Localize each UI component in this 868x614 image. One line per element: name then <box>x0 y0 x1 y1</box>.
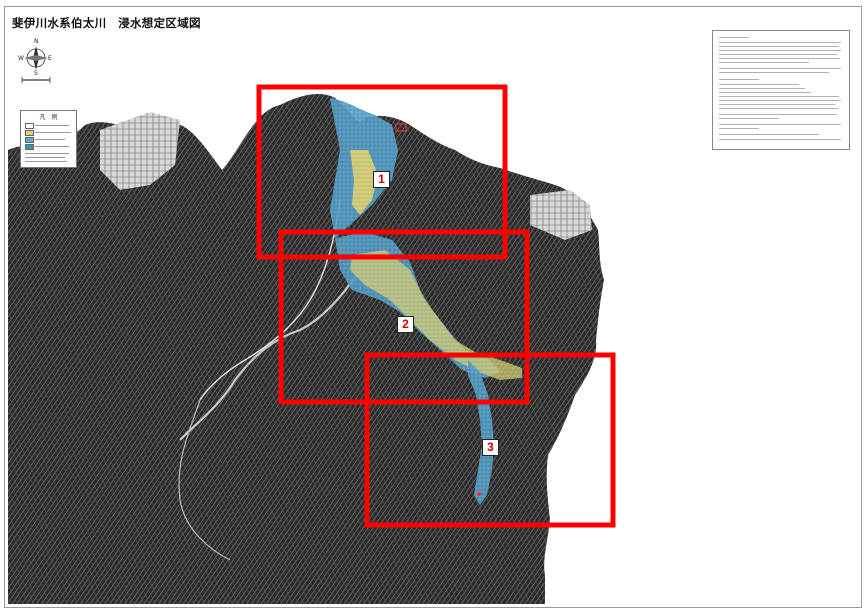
area-label-3[interactable]: 3 <box>482 439 499 456</box>
marker-south <box>477 492 481 496</box>
marker-north <box>395 123 407 132</box>
highlight-overlay <box>256 84 616 528</box>
area-label-2[interactable]: 2 <box>397 316 414 333</box>
area-label-1[interactable]: 1 <box>373 171 390 188</box>
